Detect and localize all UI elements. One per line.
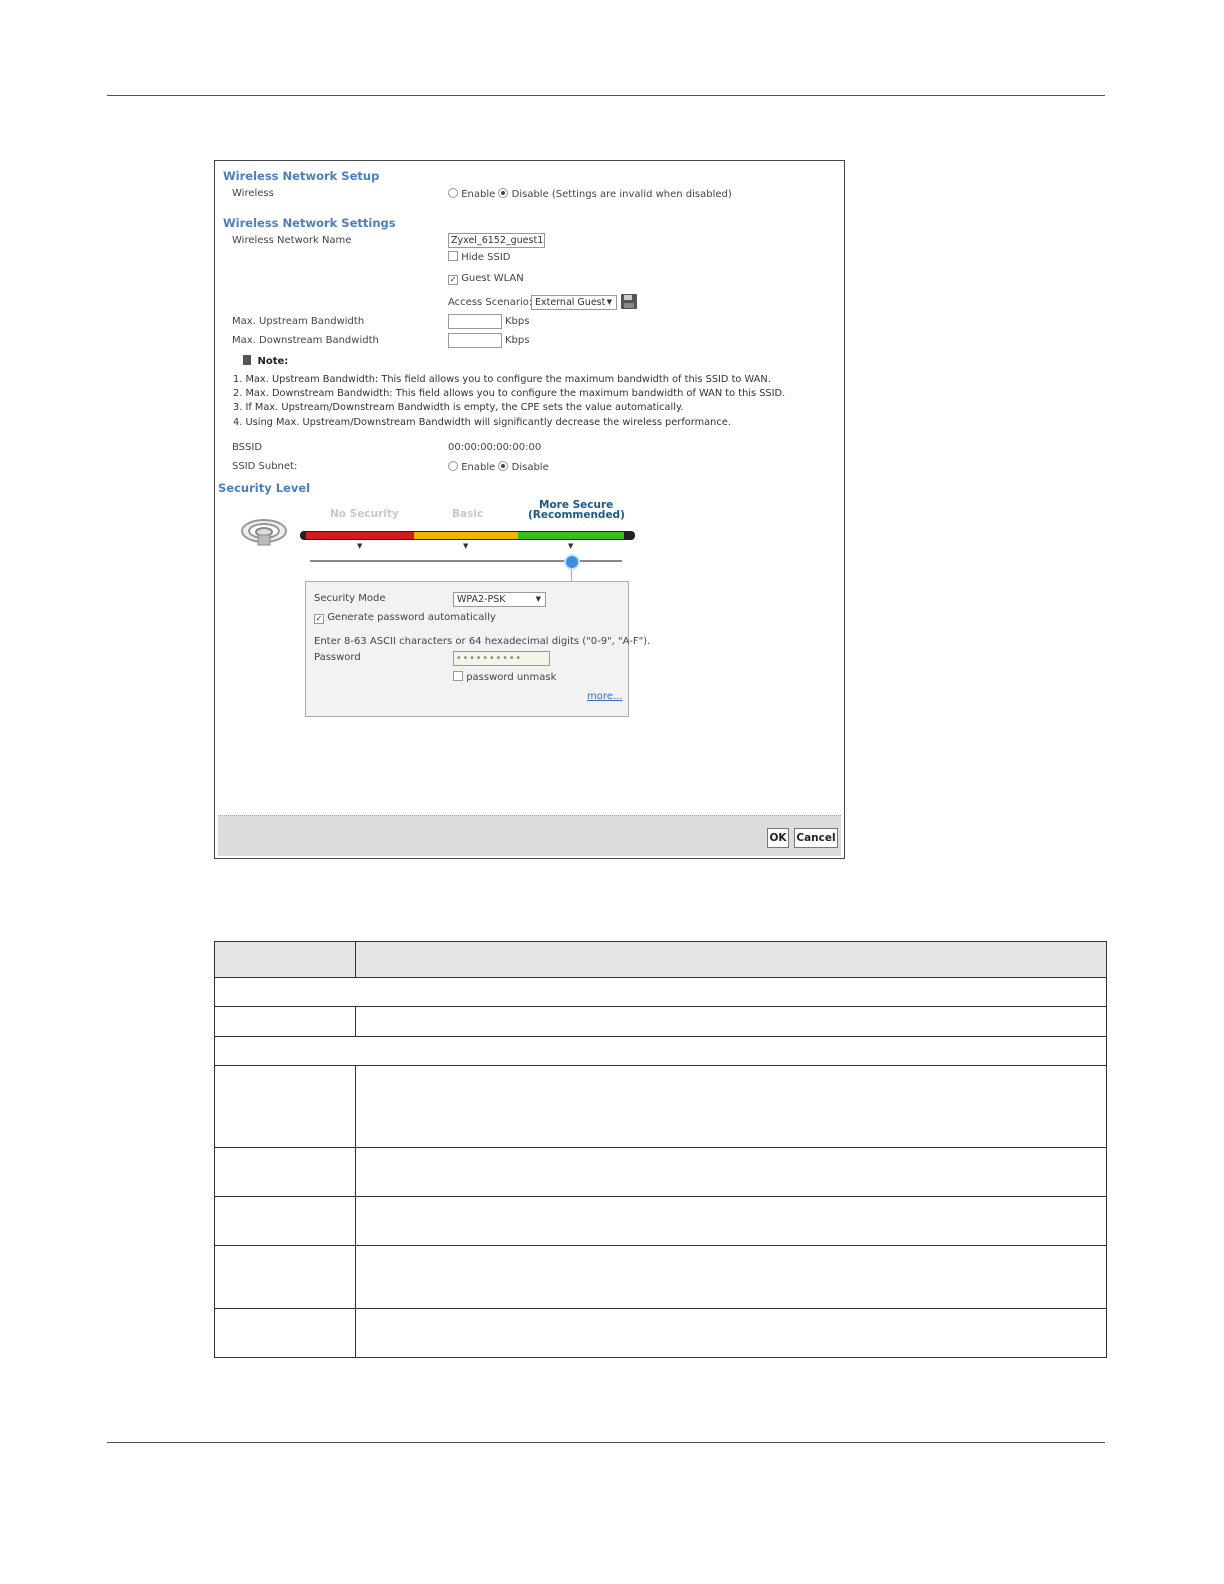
chevron-down-icon: ▼ bbox=[535, 595, 541, 603]
max-downstream-unit: Kbps bbox=[505, 335, 530, 346]
table-row bbox=[214, 1147, 1107, 1197]
chevron-down-icon: ▼ bbox=[606, 298, 612, 306]
ssid-subnet-radio-group: Enable Disable bbox=[448, 461, 549, 473]
table-row bbox=[214, 1036, 1107, 1066]
floppy-disk-icon[interactable] bbox=[621, 294, 637, 309]
note-line-2: 2. Max. Downstream Bandwidth: This field… bbox=[233, 388, 786, 399]
slider-connector bbox=[571, 569, 572, 581]
bssid-value: 00:00:00:00:00:00 bbox=[448, 442, 542, 453]
note-icon bbox=[243, 355, 251, 365]
table-header-row bbox=[214, 941, 1107, 978]
password-unmask-checkbox[interactable] bbox=[453, 671, 463, 681]
level-basic[interactable]: Basic bbox=[452, 508, 483, 520]
guest-wlan-checkbox[interactable]: ✓ bbox=[448, 275, 458, 285]
wireless-enable-label: Enable bbox=[461, 189, 496, 200]
note-line-4: 4. Using Max. Upstream/Downstream Bandwi… bbox=[233, 417, 731, 428]
note-heading: Note: bbox=[243, 355, 288, 367]
ok-button[interactable]: OK bbox=[767, 828, 789, 848]
level-recommended: (Recommended) bbox=[528, 509, 625, 521]
note-line-3: 3. If Max. Upstream/Downstream Bandwidth… bbox=[233, 402, 684, 413]
table-row bbox=[214, 1308, 1107, 1358]
security-slider-knob[interactable] bbox=[564, 554, 580, 570]
security-settings-panel: Security Mode WPA2-PSK ▼ ✓ Generate pass… bbox=[305, 581, 650, 717]
table-row bbox=[214, 1196, 1107, 1246]
dialog-footer: OK Cancel bbox=[218, 815, 841, 856]
bar-more-secure bbox=[518, 532, 624, 539]
password-label: Password bbox=[314, 652, 361, 663]
ssid-subnet-disable-radio[interactable] bbox=[498, 461, 509, 471]
password-input[interactable]: •••••••••• bbox=[453, 651, 550, 666]
generate-password-row: ✓ Generate password automatically bbox=[314, 612, 496, 624]
security-mode-label: Security Mode bbox=[314, 593, 386, 604]
note-line-1: 1. Max. Upstream Bandwidth: This field a… bbox=[233, 374, 771, 385]
wireless-disable-radio[interactable] bbox=[498, 188, 509, 198]
wireless-network-setup-heading: Wireless Network Setup bbox=[223, 169, 380, 183]
generate-password-checkbox[interactable]: ✓ bbox=[314, 614, 324, 624]
cancel-button[interactable]: Cancel bbox=[794, 828, 838, 848]
bar-basic bbox=[414, 532, 518, 539]
security-mode-value: WPA2-PSK bbox=[457, 594, 506, 605]
table-header-cell bbox=[214, 941, 356, 978]
security-mode-select[interactable]: WPA2-PSK ▼ bbox=[453, 592, 546, 607]
hide-ssid-label: Hide SSID bbox=[461, 252, 511, 263]
wireless-disable-label: Disable (Settings are invalid when disab… bbox=[511, 189, 732, 200]
generate-password-label: Generate password automatically bbox=[327, 612, 496, 623]
wireless-radio-group: Enable Disable (Settings are invalid whe… bbox=[448, 188, 732, 200]
password-unmask-row: password unmask bbox=[453, 671, 556, 683]
level-marker-basic: ▼ bbox=[463, 542, 469, 550]
guest-wlan-label: Guest WLAN bbox=[461, 273, 524, 284]
top-rule bbox=[107, 95, 1105, 96]
wireless-enable-radio[interactable] bbox=[448, 188, 458, 198]
hide-ssid-row: Hide SSID bbox=[448, 251, 511, 263]
more-link[interactable]: more... bbox=[587, 691, 622, 702]
level-no-security[interactable]: No Security bbox=[330, 508, 399, 520]
level-marker-more-secure: ▼ bbox=[568, 542, 574, 550]
access-scenario-select[interactable]: External Guest ▼ bbox=[531, 295, 617, 310]
field-description-table bbox=[214, 941, 1107, 1358]
bottom-rule bbox=[107, 1442, 1105, 1443]
table-row bbox=[214, 977, 1107, 1007]
max-downstream-input[interactable] bbox=[448, 333, 502, 348]
max-downstream-label: Max. Downstream Bandwidth bbox=[232, 335, 379, 346]
access-scenario-label: Access Scenario: bbox=[448, 297, 533, 308]
wireless-settings-screenshot: Wireless Network Setup Wireless Enable D… bbox=[214, 160, 845, 859]
note-title: Note: bbox=[257, 356, 289, 367]
bssid-label: BSSID bbox=[232, 442, 263, 453]
guest-wlan-row: ✓ Guest WLAN bbox=[448, 273, 524, 285]
bar-no-security bbox=[306, 532, 414, 539]
security-color-bar bbox=[300, 531, 635, 540]
security-level-heading: Security Level bbox=[218, 481, 311, 495]
access-scenario-value: External Guest bbox=[535, 297, 606, 308]
wireless-label: Wireless bbox=[232, 188, 274, 199]
password-unmask-label: password unmask bbox=[466, 672, 557, 683]
wifi-router-icon bbox=[241, 519, 287, 546]
hide-ssid-checkbox[interactable] bbox=[448, 251, 458, 261]
network-name-input[interactable]: Zyxel_6152_guest1 bbox=[448, 233, 545, 248]
password-hint: Enter 8-63 ASCII characters or 64 hexade… bbox=[314, 636, 651, 647]
wireless-network-settings-heading: Wireless Network Settings bbox=[223, 216, 396, 230]
table-header-cell bbox=[355, 941, 1107, 978]
table-row bbox=[214, 1006, 1107, 1037]
max-upstream-input[interactable] bbox=[448, 314, 502, 329]
max-upstream-label: Max. Upstream Bandwidth bbox=[232, 316, 365, 327]
table-row bbox=[214, 1245, 1107, 1309]
ssid-subnet-enable-label: Enable bbox=[461, 462, 496, 473]
ssid-subnet-enable-radio[interactable] bbox=[448, 461, 458, 471]
max-upstream-unit: Kbps bbox=[505, 316, 530, 327]
table-row bbox=[214, 1065, 1107, 1148]
ssid-subnet-label: SSID Subnet: bbox=[232, 461, 298, 472]
network-name-label: Wireless Network Name bbox=[232, 235, 352, 246]
level-marker-no-security: ▼ bbox=[357, 542, 363, 550]
ssid-subnet-disable-label: Disable bbox=[511, 462, 549, 473]
